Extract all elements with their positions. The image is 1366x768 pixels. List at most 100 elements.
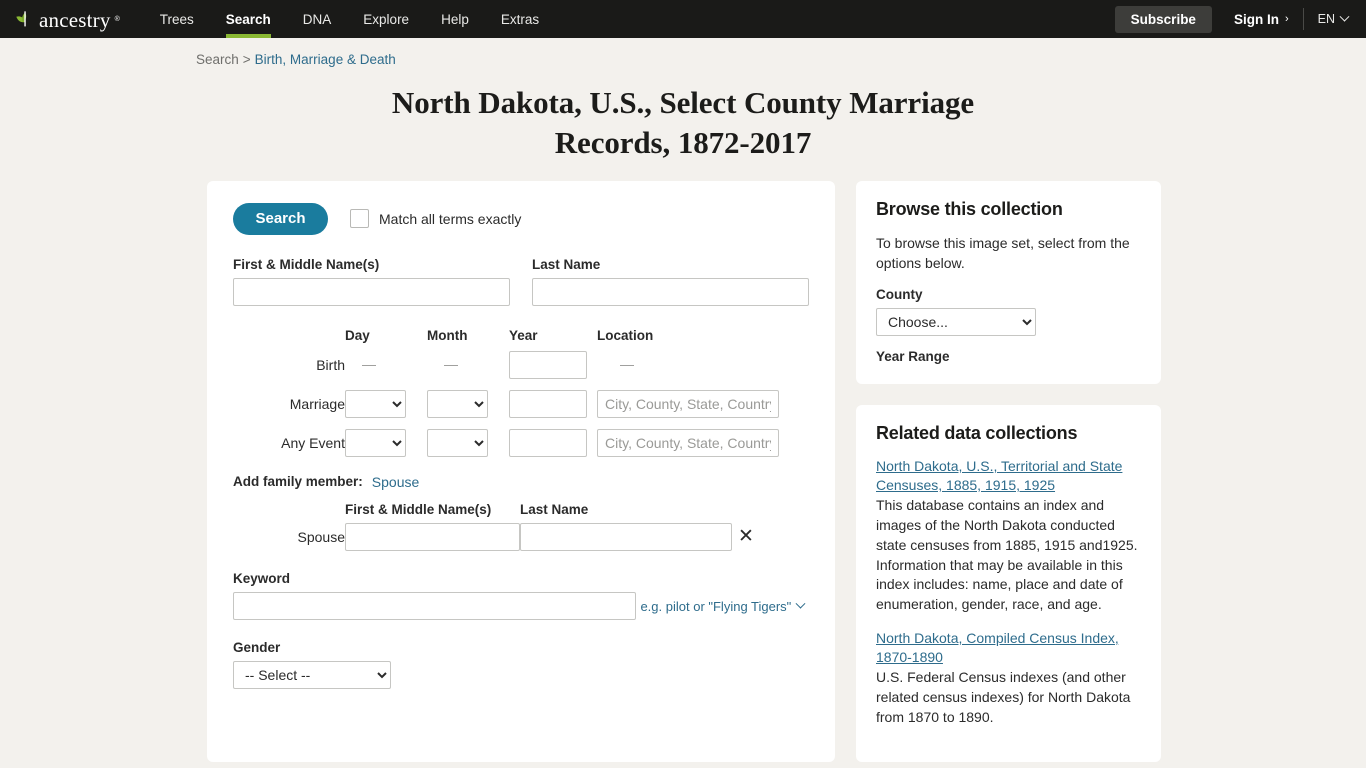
spouse-last-name-cell	[520, 522, 732, 551]
breadcrumb-separator: >	[242, 52, 251, 67]
any-event-year-cell	[509, 428, 597, 468]
nav-item-explore[interactable]: Explore	[347, 0, 425, 38]
spouse-fields-table: First & Middle Name(s) Last Name Spouse …	[233, 502, 754, 551]
spouse-remove-cell: ✕	[732, 523, 754, 551]
breadcrumb-item-search[interactable]: Search	[196, 52, 239, 67]
spouse-first-name-input[interactable]	[345, 522, 520, 551]
main-nav-links: Trees Search DNA Explore Help Extras	[144, 0, 555, 38]
nav-item-search[interactable]: Search	[210, 0, 287, 38]
column-header-year: Year	[509, 327, 538, 343]
chevron-down-icon	[1339, 11, 1350, 22]
breadcrumb-item-bmd[interactable]: Birth, Marriage & Death	[255, 52, 396, 67]
language-selector[interactable]: EN	[1304, 11, 1354, 26]
column-header-day: Day	[345, 327, 370, 343]
match-exact-checkbox-group[interactable]: Match all terms exactly	[350, 209, 522, 229]
top-navigation-bar: ancestry ® Trees Search DNA Explore Help…	[0, 0, 1366, 38]
page-title: North Dakota, U.S., Select County Marria…	[391, 85, 975, 161]
gender-label: Gender	[233, 639, 281, 655]
search-form-card: Search Match all terms exactly First & M…	[207, 180, 835, 762]
search-button[interactable]: Search	[233, 202, 328, 235]
sign-in-link[interactable]: Sign In ›	[1212, 12, 1303, 27]
marriage-location-input[interactable]	[597, 389, 779, 418]
spouse-last-name-header: Last Name	[520, 501, 589, 517]
nav-item-extras[interactable]: Extras	[485, 0, 555, 38]
marriage-month-select[interactable]	[427, 389, 488, 418]
event-label-any-event: Any Event	[281, 434, 345, 451]
marriage-month-cell	[427, 389, 509, 429]
marriage-day-select[interactable]	[345, 389, 406, 418]
spouse-last-name-input[interactable]	[520, 522, 732, 551]
spouse-remove-header	[732, 502, 754, 523]
related-collection-description: This database contains an index and imag…	[876, 496, 1138, 613]
nav-item-help[interactable]: Help	[425, 0, 485, 38]
birth-day-cell: —	[345, 351, 427, 390]
any-event-location-cell	[597, 428, 779, 468]
first-name-input[interactable]	[233, 277, 510, 306]
spouse-header-row: First & Middle Name(s) Last Name	[233, 502, 754, 523]
birth-location-dash: —	[620, 355, 634, 372]
keyword-input[interactable]	[233, 591, 636, 620]
any-event-day-select[interactable]	[345, 428, 406, 457]
any-event-month-select[interactable]	[427, 428, 488, 457]
related-collection-item: North Dakota, Compiled Census Index, 187…	[876, 629, 1141, 727]
related-collection-link[interactable]: North Dakota, U.S., Territorial and Stat…	[876, 457, 1141, 495]
last-name-group: Last Name	[532, 257, 809, 306]
first-name-group: First & Middle Name(s)	[233, 257, 510, 306]
add-spouse-link[interactable]: Spouse	[372, 474, 419, 490]
related-collection-description: U.S. Federal Census indexes (and other r…	[876, 669, 1131, 725]
remove-spouse-icon[interactable]: ✕	[732, 526, 754, 547]
event-label-birth: Birth	[316, 356, 345, 373]
keyword-hint-toggle[interactable]: e.g. pilot or "Flying Tigers"	[640, 598, 806, 614]
nav-item-dna[interactable]: DNA	[287, 0, 348, 38]
last-name-input[interactable]	[532, 277, 809, 306]
year-range-label: Year Range	[876, 349, 950, 365]
any-event-location-input[interactable]	[597, 428, 779, 457]
ancestry-wordmark: ancestry	[39, 7, 111, 32]
birth-year-cell	[509, 350, 597, 390]
keyword-group: Keyword e.g. pilot or "Flying Tigers"	[233, 571, 809, 620]
spouse-row-label: Spouse	[297, 528, 345, 545]
sign-in-label: Sign In	[1233, 11, 1279, 27]
chevron-right-icon: ›	[1284, 13, 1289, 25]
any-event-year-input[interactable]	[509, 428, 587, 457]
trademark-symbol: ®	[114, 15, 120, 23]
primary-name-row: First & Middle Name(s) Last Name	[233, 257, 809, 306]
first-name-label: First & Middle Name(s)	[233, 256, 380, 272]
marriage-day-cell	[345, 389, 427, 429]
spouse-first-name-header: First & Middle Name(s)	[345, 501, 492, 517]
spouse-first-name-cell	[345, 522, 520, 551]
event-row-label-header	[233, 328, 345, 351]
related-collections-card: Related data collections North Dakota, U…	[856, 405, 1161, 762]
birth-location-cell: —	[597, 351, 779, 390]
birth-day-dash: —	[362, 355, 376, 372]
column-header-location: Location	[597, 327, 654, 343]
browse-collection-heading: Browse this collection	[876, 198, 1063, 219]
county-select[interactable]: Choose...	[876, 308, 1036, 337]
keyword-hint-text: e.g. pilot or "Flying Tigers"	[640, 598, 792, 614]
add-family-member-label: Add family member:	[233, 474, 363, 490]
match-exact-checkbox[interactable]	[350, 209, 369, 229]
gender-select[interactable]: -- Select --	[233, 660, 391, 689]
county-label: County	[876, 287, 923, 303]
related-collection-link[interactable]: North Dakota, Compiled Census Index, 187…	[876, 629, 1141, 667]
browse-collection-intro: To browse this image set, select from th…	[876, 234, 1130, 271]
match-exact-label: Match all terms exactly	[379, 210, 522, 227]
last-name-label: Last Name	[532, 256, 601, 272]
keyword-label: Keyword	[233, 570, 291, 586]
language-label: EN	[1317, 12, 1335, 26]
marriage-year-cell	[509, 389, 597, 429]
event-label-marriage: Marriage	[289, 395, 345, 412]
column-header-month: Month	[427, 327, 468, 343]
event-row-birth: Birth — — —	[233, 350, 779, 390]
birth-year-input[interactable]	[509, 350, 587, 379]
gender-group: Gender -- Select --	[233, 640, 809, 689]
ancestry-logo[interactable]: ancestry ®	[14, 8, 120, 30]
related-collection-item: North Dakota, U.S., Territorial and Stat…	[876, 457, 1141, 615]
any-event-month-cell	[427, 428, 509, 468]
subscribe-button[interactable]: Subscribe	[1114, 5, 1212, 33]
marriage-year-input[interactable]	[509, 389, 587, 418]
page-content: Search Match all terms exactly First & M…	[0, 164, 1366, 762]
chevron-down-icon	[795, 598, 806, 609]
nav-item-trees[interactable]: Trees	[144, 0, 210, 38]
event-fields-table: Day Month Year Location Birth — — — Marr…	[233, 328, 779, 468]
